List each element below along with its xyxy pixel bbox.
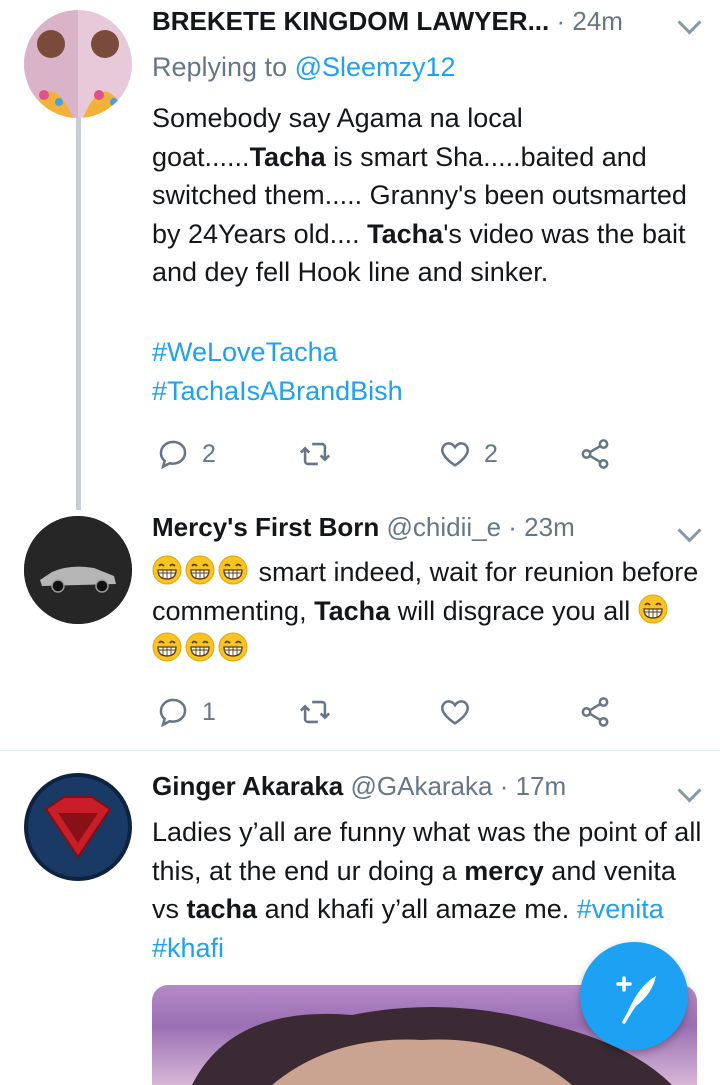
reply-icon xyxy=(159,698,187,728)
grinning-emoji xyxy=(638,594,668,624)
hashtag-link[interactable]: #TachaIsABrandBish xyxy=(152,372,702,411)
hashtags: #WeLoveTacha #TachaIsABrandBish xyxy=(152,333,702,410)
avatar[interactable] xyxy=(24,516,132,624)
reply-count: 2 xyxy=(202,439,216,468)
tweet-text-bold: Tacha xyxy=(367,218,444,249)
tweet-text-bold: Tacha xyxy=(249,141,326,172)
tweet-text-bold: Tacha xyxy=(314,595,391,626)
grinning-emoji xyxy=(218,555,248,585)
like-icon xyxy=(441,442,469,467)
reply-count: 1 xyxy=(202,697,216,726)
hashtag-link[interactable]: #venita xyxy=(577,894,664,924)
tweet-text: Somebody say Agama na local goat......Ta… xyxy=(152,99,702,292)
timestamp: · 24m xyxy=(556,6,623,36)
reply-button[interactable]: 1 xyxy=(156,692,216,732)
handle[interactable]: @chidii_e xyxy=(386,512,501,542)
retweet-button[interactable] xyxy=(298,692,332,732)
reply-button[interactable]: 2 xyxy=(156,434,216,474)
avatar[interactable] xyxy=(24,773,132,881)
retweet-icon xyxy=(299,442,331,466)
like-button[interactable]: 2 xyxy=(438,434,498,474)
grinning-emoji xyxy=(218,632,248,662)
tweet-actions: 1 xyxy=(152,692,622,732)
reply-icon xyxy=(159,440,187,470)
display-name[interactable]: BREKETE KINGDOM LAWYER... xyxy=(152,6,549,36)
tweet-actions: 2 2 xyxy=(152,434,622,474)
timestamp: · 23m xyxy=(508,512,575,542)
tweet-header: BREKETE KINGDOM LAWYER... · 24m xyxy=(152,6,700,40)
like-button[interactable] xyxy=(438,692,472,732)
grinning-emoji xyxy=(152,555,182,585)
display-name[interactable]: Mercy's First Born xyxy=(152,512,379,542)
tweet-text-bold: mercy xyxy=(464,855,544,886)
handle[interactable]: @GAkaraka xyxy=(350,771,492,801)
hashtag-link[interactable]: #WeLoveTacha xyxy=(152,333,702,372)
hashtag-link[interactable]: #khafi xyxy=(152,933,224,963)
retweet-icon xyxy=(299,700,331,724)
compose-icon xyxy=(616,976,656,1024)
tweet-header: Mercy's First Born @chidii_e · 23m xyxy=(152,512,700,546)
share-button[interactable] xyxy=(578,434,612,474)
tweet-text-part: will disgrace you all xyxy=(390,595,638,626)
grinning-emoji xyxy=(152,632,182,662)
retweet-button[interactable] xyxy=(298,434,332,474)
tweet-text-part: and khafi y’all amaze me. xyxy=(257,894,577,925)
tweet-1[interactable]: BREKETE KINGDOM LAWYER... · 24m Replying… xyxy=(0,0,720,510)
share-icon xyxy=(581,697,609,727)
avatar[interactable] xyxy=(24,10,132,118)
like-icon xyxy=(441,700,469,725)
tweet-text-bold: tacha xyxy=(186,894,258,925)
grinning-emoji xyxy=(185,555,215,585)
tweet-text: smart indeed, wait for reunion before co… xyxy=(152,553,702,669)
share-button[interactable] xyxy=(578,692,612,732)
like-count: 2 xyxy=(484,439,498,468)
timestamp: · 17m xyxy=(499,771,567,801)
mention-link[interactable]: @Sleemzy12 xyxy=(295,52,456,82)
compose-tweet-button[interactable] xyxy=(580,942,688,1050)
replying-label: Replying to xyxy=(152,52,295,82)
grinning-emoji xyxy=(185,632,215,662)
tweet-2[interactable]: Mercy's First Born @chidii_e · 23m smart… xyxy=(0,510,720,750)
tweet-header: Ginger Akaraka @GAkaraka · 17m xyxy=(152,771,700,805)
replying-to: Replying to @Sleemzy12 xyxy=(152,52,456,83)
display-name[interactable]: Ginger Akaraka xyxy=(152,771,343,801)
thread-line xyxy=(76,118,81,510)
share-icon xyxy=(581,439,609,469)
